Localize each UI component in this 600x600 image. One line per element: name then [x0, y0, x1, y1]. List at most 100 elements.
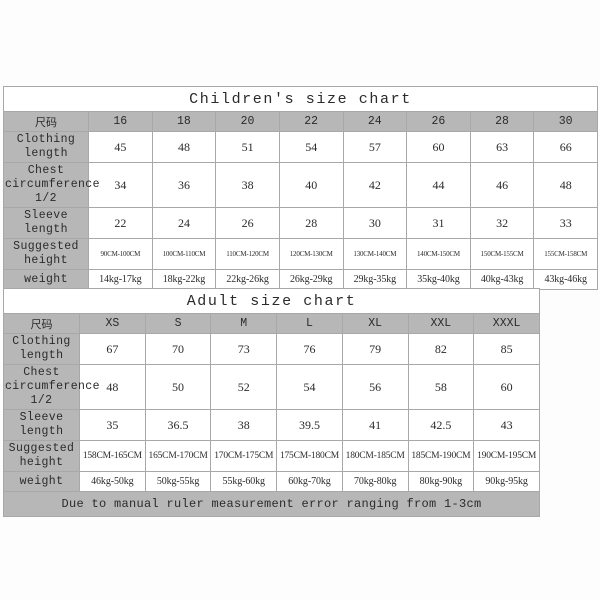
table-cell: 48 — [533, 162, 598, 208]
table-cell: 26kg-29kg — [278, 269, 344, 290]
table-cell: 40kg-43kg — [469, 269, 535, 290]
row-label: Clothing length — [3, 131, 89, 163]
table-cell: 185CM-190CM — [407, 440, 475, 472]
children-size-header: 30 — [533, 111, 598, 132]
row-label: Chest circumference 1/2 — [3, 364, 100, 410]
table-cell: 155CM-158CM — [533, 238, 598, 270]
children-size-header: 24 — [342, 111, 408, 132]
table-cell: 54 — [276, 364, 343, 410]
table-cell: 48 — [151, 131, 217, 163]
table-row: Chest circumference 1/2 34 36 38 40 42 44 46 48 — [3, 162, 598, 208]
table-cell: 43 — [473, 409, 540, 441]
table-cell: 100CM-110CM — [151, 238, 217, 270]
table-row: Suggested height 90CM-100CM 100CM-110CM 110… — [3, 238, 598, 270]
adult-size-header: XS — [79, 313, 146, 334]
table-cell: 46 — [469, 162, 535, 208]
table-cell: 150CM-155CM — [469, 238, 535, 270]
children-size-chart-block: Children's size chart 尺码 16 18 20 22 24 26 28 30 C… — [3, 86, 598, 290]
table-cell: 18kg-22kg — [151, 269, 217, 290]
table-row: Suggested height 158CM-165CM 165CM-170CM 17… — [3, 440, 540, 472]
table-cell: 40 — [278, 162, 344, 208]
table-cell: 14kg-17kg — [88, 269, 153, 290]
table-cell: 60 — [473, 364, 540, 410]
table-cell: 70 — [144, 333, 212, 365]
measurement-note: Due to manual ruler measurement error ra… — [3, 491, 540, 517]
table-cell: 70kg-80kg — [341, 471, 409, 492]
table-cell: 90CM-100CM — [88, 238, 153, 270]
table-cell: 29kg-35kg — [342, 269, 408, 290]
table-cell: 58 — [407, 364, 475, 410]
table-cell: 38 — [210, 409, 278, 441]
table-cell: 26 — [215, 207, 280, 239]
adult-size-header: S — [144, 313, 212, 334]
children-size-label: 尺码 — [3, 111, 89, 132]
table-cell: 54 — [278, 131, 344, 163]
table-cell: 165CM-170CM — [144, 440, 212, 472]
table-cell: 41 — [341, 409, 409, 441]
table-cell: 85 — [473, 333, 540, 365]
children-title-row: Children's size chart — [3, 86, 598, 112]
table-cell: 30 — [342, 207, 408, 239]
table-cell: 82 — [407, 333, 475, 365]
adult-size-header: XXL — [407, 313, 475, 334]
table-cell: 36.5 — [144, 409, 212, 441]
table-cell: 180CM-185CM — [341, 440, 409, 472]
table-cell: 32 — [469, 207, 535, 239]
table-cell: 35kg-40kg — [406, 269, 471, 290]
table-cell: 170CM-175CM — [210, 440, 278, 472]
adult-size-label: 尺码 — [3, 313, 80, 334]
row-label: weight — [3, 269, 89, 290]
table-row: weight 14kg-17kg 18kg-22kg 22kg-26kg 26kg-29… — [3, 269, 598, 290]
row-label: Suggested height — [3, 440, 80, 472]
table-cell: 39.5 — [276, 409, 343, 441]
table-cell: 22 — [88, 207, 153, 239]
row-label: Clothing length — [3, 333, 80, 365]
adult-size-header: M — [210, 313, 278, 334]
table-cell: 80kg-90kg — [407, 471, 475, 492]
table-cell: 57 — [342, 131, 408, 163]
table-cell: 38 — [215, 162, 280, 208]
table-cell: 51 — [215, 131, 280, 163]
table-cell: 42.5 — [407, 409, 475, 441]
adult-note-row: Due to manual ruler measurement error ra… — [3, 491, 540, 517]
table-cell: 175CM-180CM — [276, 440, 343, 472]
table-cell: 130CM-140CM — [342, 238, 408, 270]
table-cell: 24 — [151, 207, 217, 239]
table-row: Chest circumference 1/2 48 50 52 54 56 58 60 — [3, 364, 540, 410]
children-size-header: 18 — [151, 111, 217, 132]
table-cell: 44 — [406, 162, 471, 208]
table-row: Clothing length 45 48 51 54 57 60 63 66 — [3, 131, 598, 163]
row-label: Suggested height — [3, 238, 89, 270]
table-cell: 158CM-165CM — [79, 440, 146, 472]
table-cell: 55kg-60kg — [210, 471, 278, 492]
children-size-header: 26 — [406, 111, 471, 132]
children-header-row: 尺码 16 18 20 22 24 26 28 30 — [3, 111, 598, 132]
table-cell: 60 — [406, 131, 471, 163]
table-cell: 66 — [533, 131, 598, 163]
row-label: Sleeve length — [3, 207, 89, 239]
children-title: Children's size chart — [3, 86, 598, 112]
adult-size-header: XL — [341, 313, 409, 334]
table-cell: 33 — [533, 207, 598, 239]
table-row: Sleeve length 35 36.5 38 39.5 41 42.5 43 — [3, 409, 540, 441]
table-cell: 79 — [341, 333, 409, 365]
table-cell: 90kg-95kg — [473, 471, 540, 492]
row-label: weight — [3, 471, 80, 492]
table-row: Sleeve length 22 24 26 28 30 31 32 33 — [3, 207, 598, 239]
table-cell: 36 — [151, 162, 217, 208]
row-label: Sleeve length — [3, 409, 80, 441]
table-cell: 50 — [144, 364, 212, 410]
table-cell: 73 — [210, 333, 278, 365]
adult-size-header: XXXL — [473, 313, 540, 334]
table-cell: 31 — [406, 207, 471, 239]
table-cell: 28 — [278, 207, 344, 239]
adult-header-row: 尺码 XS S M L XL XXL XXXL — [3, 313, 540, 334]
children-size-header: 20 — [215, 111, 280, 132]
table-cell: 52 — [210, 364, 278, 410]
table-cell: 22kg-26kg — [215, 269, 280, 290]
table-cell: 190CM-195CM — [473, 440, 540, 472]
adult-size-header: L — [276, 313, 343, 334]
children-size-header: 22 — [278, 111, 344, 132]
adult-size-chart-block: Adult size chart 尺码 XS S M L XL XXL XXXL Clothing… — [3, 288, 540, 517]
adult-size-table: Adult size chart 尺码 XS S M L XL XXL XXXL Clothing… — [3, 288, 540, 517]
